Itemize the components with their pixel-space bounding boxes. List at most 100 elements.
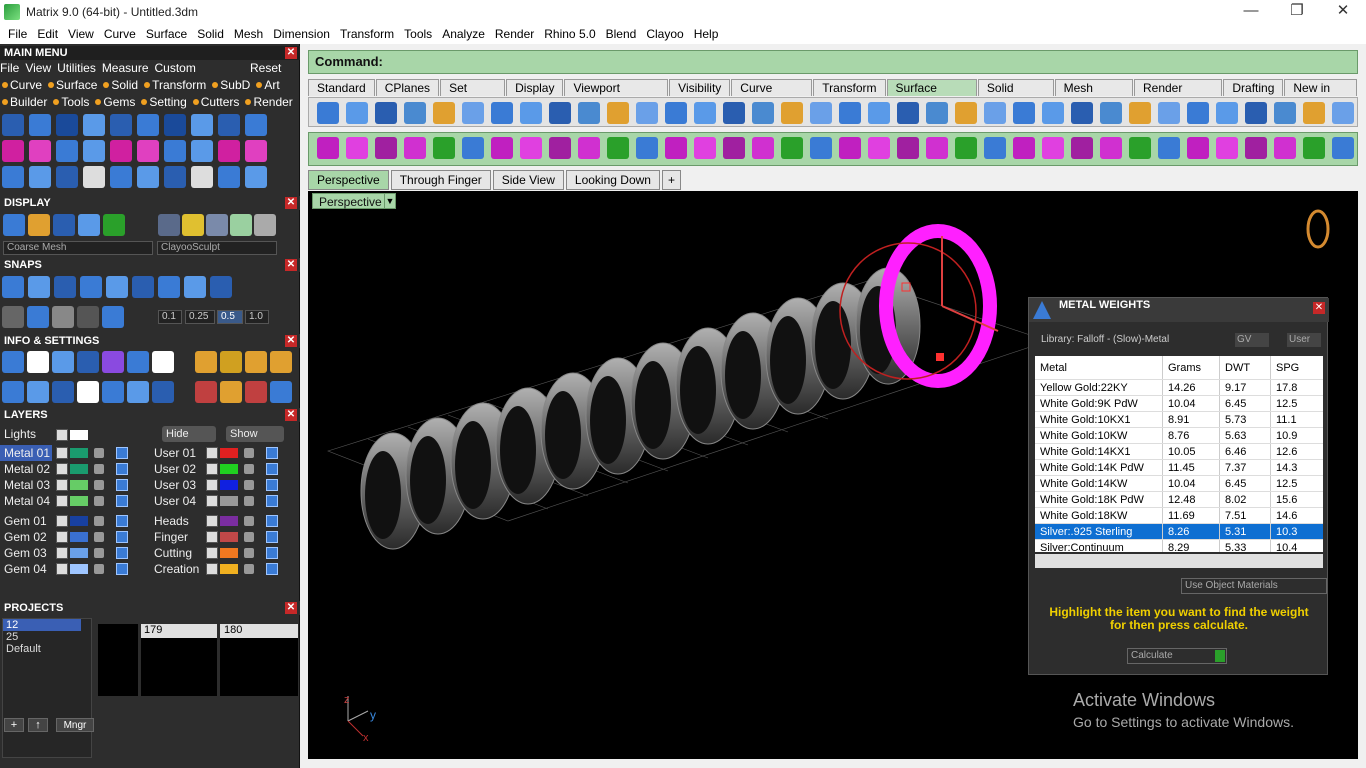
mm-gems[interactable]: Gems bbox=[103, 95, 141, 109]
hide-button[interactable]: Hide bbox=[162, 426, 216, 442]
visibility-toggle[interactable] bbox=[116, 495, 128, 507]
layer-arrow-icon[interactable] bbox=[56, 515, 68, 527]
sculpt-mode-select[interactable]: ClayooSculpt bbox=[157, 241, 277, 255]
tool-icon[interactable] bbox=[520, 102, 542, 124]
tool-icon[interactable] bbox=[462, 137, 484, 159]
tool-icon[interactable] bbox=[56, 166, 78, 188]
project-thumbnail[interactable] bbox=[98, 624, 138, 696]
tool-icon[interactable] bbox=[636, 102, 658, 124]
layer-arrow-icon[interactable] bbox=[206, 447, 218, 459]
menu-view[interactable]: View bbox=[63, 24, 99, 44]
tool-icon[interactable] bbox=[83, 140, 105, 162]
visibility-toggle[interactable] bbox=[266, 547, 278, 559]
tool-icon[interactable] bbox=[52, 351, 74, 373]
tool-icon[interactable] bbox=[3, 214, 25, 236]
tool-icon[interactable] bbox=[1013, 137, 1035, 159]
tool-icon[interactable] bbox=[158, 214, 180, 236]
tool-icon[interactable] bbox=[245, 166, 267, 188]
menu-file[interactable]: File bbox=[3, 24, 32, 44]
tool-icon[interactable] bbox=[520, 137, 542, 159]
menu-clayoo[interactable]: Clayoo bbox=[641, 24, 688, 44]
layer-color-swatch[interactable] bbox=[220, 564, 238, 574]
tool-icon[interactable] bbox=[245, 351, 267, 373]
close-button[interactable]: ✕ bbox=[1320, 0, 1366, 24]
tool-icon[interactable] bbox=[270, 381, 292, 403]
tab-side-view[interactable]: Side View bbox=[492, 170, 564, 190]
layer-arrow-icon[interactable] bbox=[56, 495, 68, 507]
tool-icon[interactable] bbox=[1042, 137, 1064, 159]
viewport-label[interactable]: Perspective bbox=[312, 193, 389, 209]
tool-icon[interactable] bbox=[984, 137, 1006, 159]
tool-icon[interactable] bbox=[28, 214, 50, 236]
layer-name[interactable]: Gem 03 bbox=[0, 545, 52, 561]
tool-icon[interactable] bbox=[218, 166, 240, 188]
layer-arrow-icon[interactable] bbox=[206, 547, 218, 559]
table-row[interactable]: White Gold:14KX1 10.05 6.46 12.6 bbox=[1035, 444, 1323, 460]
tool-icon[interactable] bbox=[1274, 102, 1296, 124]
visibility-toggle[interactable] bbox=[266, 563, 278, 575]
tool-icon[interactable] bbox=[77, 306, 99, 328]
layer-name[interactable]: Creation bbox=[150, 561, 202, 577]
tool-icon[interactable] bbox=[28, 276, 50, 298]
tool-icon[interactable] bbox=[102, 381, 124, 403]
tool-icon[interactable] bbox=[52, 381, 74, 403]
layer-color-swatch[interactable] bbox=[220, 496, 238, 506]
lock-icon[interactable] bbox=[244, 548, 254, 558]
tool-icon[interactable] bbox=[984, 102, 1006, 124]
tool-icon[interactable] bbox=[1187, 137, 1209, 159]
tool-icon[interactable] bbox=[1013, 102, 1035, 124]
layer-color-swatch[interactable] bbox=[220, 532, 238, 542]
menu-rhino[interactable]: Rhino 5.0 bbox=[539, 24, 600, 44]
tool-icon[interactable] bbox=[77, 351, 99, 373]
horizontal-scrollbar[interactable] bbox=[1035, 554, 1323, 568]
layer-name[interactable]: User 02 bbox=[150, 461, 202, 477]
toolbar-tab-curve-tools[interactable]: Curve Tools bbox=[731, 79, 813, 112]
tool-icon[interactable] bbox=[191, 140, 213, 162]
tab-looking-down[interactable]: Looking Down bbox=[565, 170, 660, 190]
tool-icon[interactable] bbox=[955, 102, 977, 124]
tool-icon[interactable] bbox=[220, 351, 242, 373]
layer-color-swatch[interactable] bbox=[220, 480, 238, 490]
tool-icon[interactable] bbox=[27, 351, 49, 373]
tool-icon[interactable] bbox=[127, 351, 149, 373]
command-line[interactable]: Command: bbox=[308, 50, 1358, 74]
tool-icon[interactable] bbox=[868, 137, 890, 159]
toolbar-tab-standard[interactable]: Standard bbox=[308, 79, 375, 96]
tool-icon[interactable] bbox=[56, 140, 78, 162]
mm-solid[interactable]: Solid bbox=[111, 78, 144, 92]
manager-button[interactable]: Mngr bbox=[56, 718, 94, 732]
tool-icon[interactable] bbox=[926, 102, 948, 124]
tool-icon[interactable] bbox=[77, 381, 99, 403]
mm-utilities[interactable]: Utilities bbox=[57, 61, 102, 75]
tool-icon[interactable] bbox=[578, 137, 600, 159]
layer-name[interactable]: User 01 bbox=[150, 445, 202, 461]
visibility-toggle[interactable] bbox=[116, 531, 128, 543]
tool-icon[interactable] bbox=[245, 381, 267, 403]
mm-surface[interactable]: Surface bbox=[56, 78, 103, 92]
lock-icon[interactable] bbox=[94, 516, 104, 526]
user-toggle[interactable]: User bbox=[1287, 333, 1321, 347]
layer-color-swatch[interactable] bbox=[70, 430, 88, 440]
tool-icon[interactable] bbox=[1100, 102, 1122, 124]
layer-color-swatch[interactable] bbox=[220, 516, 238, 526]
toolbar-tab-solid-tools[interactable]: Solid Tools bbox=[977, 79, 1054, 112]
project-item[interactable]: Default bbox=[3, 643, 91, 655]
menu-dimension[interactable]: Dimension bbox=[268, 24, 335, 44]
tool-icon[interactable] bbox=[182, 214, 204, 236]
tool-icon[interactable] bbox=[723, 102, 745, 124]
mm-curve[interactable]: Curve bbox=[10, 78, 48, 92]
menu-analyze[interactable]: Analyze bbox=[437, 24, 490, 44]
tool-icon[interactable] bbox=[810, 137, 832, 159]
toolbar-tab-viewport-layout[interactable]: Viewport Layout bbox=[564, 79, 669, 112]
toolbar-tab-set-view[interactable]: Set View bbox=[440, 79, 506, 112]
up-arrow-icon[interactable]: ↑ bbox=[28, 718, 48, 732]
close-icon[interactable]: ✕ bbox=[285, 47, 297, 59]
tool-icon[interactable] bbox=[549, 102, 571, 124]
visibility-toggle[interactable] bbox=[116, 447, 128, 459]
visibility-toggle[interactable] bbox=[266, 515, 278, 527]
tool-icon[interactable] bbox=[270, 351, 292, 373]
mm-measure[interactable]: Measure bbox=[102, 61, 155, 75]
menu-curve[interactable]: Curve bbox=[99, 24, 141, 44]
add-icon[interactable]: + bbox=[4, 718, 24, 732]
layer-arrow-icon[interactable] bbox=[56, 547, 68, 559]
